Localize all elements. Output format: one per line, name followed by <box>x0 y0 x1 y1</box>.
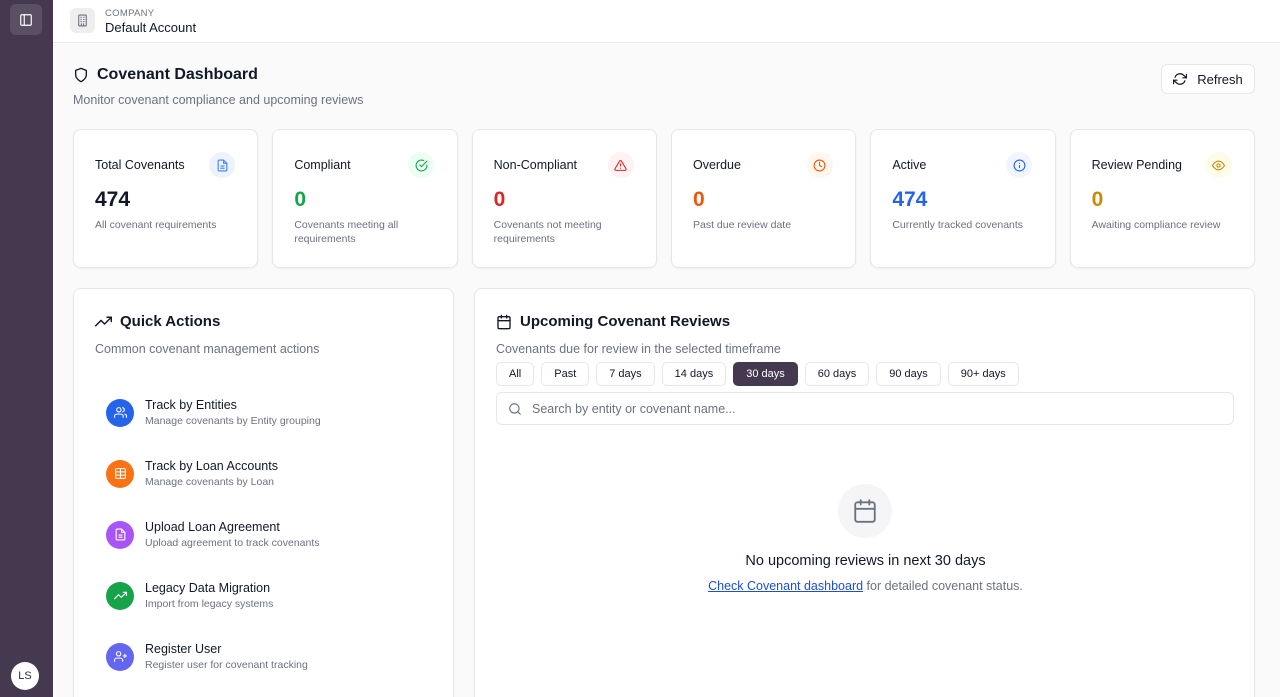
document-icon <box>209 152 235 178</box>
stat-card-active[interactable]: Active 474 Currently tracked covenants <box>870 129 1056 268</box>
building-icon <box>78 14 87 27</box>
search-box <box>496 392 1234 425</box>
user-avatar[interactable]: LS <box>11 662 39 690</box>
check-circle-icon <box>408 152 435 178</box>
quick-action-description: Upload agreement to track covenants <box>145 537 320 549</box>
stat-title: Review Pending <box>1091 158 1182 172</box>
filter-all[interactable]: All <box>496 362 535 386</box>
quick-actions-title: Quick Actions <box>120 313 221 330</box>
file-icon <box>106 520 134 549</box>
trending-up-icon <box>106 581 134 610</box>
stat-card-compliant[interactable]: Compliant 0 Covenants meeting all requir… <box>272 129 458 268</box>
page-title-group: Covenant Dashboard <box>73 66 258 84</box>
stat-description: Past due review date <box>692 219 792 231</box>
filter-7-days[interactable]: 7 days <box>596 362 655 386</box>
quick-action-register-user[interactable]: Register User Register user for covenant… <box>106 626 321 687</box>
stat-card-total-covenants[interactable]: Total Covenants 474 All covenant require… <box>73 129 259 268</box>
top-bar: COMPANY Default Account <box>53 0 1280 43</box>
stat-value: 0 <box>692 188 705 211</box>
sidebar-toggle-button[interactable] <box>10 4 42 35</box>
stat-description: Awaiting compliance review <box>1091 219 1221 231</box>
page-subtitle: Monitor covenant compliance and upcoming… <box>73 93 364 107</box>
filter-90-plus-days[interactable]: 90+ days <box>947 362 1019 386</box>
quick-action-label: Register User <box>145 642 222 656</box>
stat-description: Currently tracked covenants <box>892 219 1024 231</box>
page-title: Covenant Dashboard <box>97 66 258 83</box>
stat-card-non-compliant[interactable]: Non-Compliant 0 Covenants not meeting re… <box>471 129 657 268</box>
quick-action-description: Manage covenants by Entity grouping <box>145 415 321 427</box>
company-switcher[interactable] <box>70 8 95 33</box>
stat-value: 474 <box>95 188 131 211</box>
filter-60-days[interactable]: 60 days <box>804 362 870 386</box>
clock-icon <box>806 152 833 178</box>
trending-up-icon <box>95 316 112 327</box>
refresh-label: Refresh <box>1197 71 1243 87</box>
quick-actions-subtitle: Common covenant management actions <box>95 342 320 356</box>
refresh-button[interactable]: Refresh <box>1161 64 1255 94</box>
quick-action-track-by-loan-accounts[interactable]: Track by Loan Accounts Manage covenants … <box>106 443 321 504</box>
user-plus-icon <box>106 642 134 671</box>
stat-title: Total Covenants <box>95 158 185 172</box>
filter-30-days[interactable]: 30 days <box>733 362 798 386</box>
eye-icon <box>1205 152 1232 178</box>
covenant-dashboard-link[interactable]: Check Covenant dashboard <box>708 579 863 593</box>
upcoming-reviews-title: Upcoming Covenant Reviews <box>520 313 731 330</box>
main-content: Covenant Dashboard Monitor covenant comp… <box>53 44 1280 697</box>
filter-14-days[interactable]: 14 days <box>661 362 727 386</box>
company-name[interactable]: Default Account <box>105 20 196 35</box>
stat-cards: Total Covenants 474 All covenant require… <box>73 129 1255 268</box>
stat-title: Non-Compliant <box>493 158 578 172</box>
sidebar-panel-icon <box>20 13 32 26</box>
quick-action-description: Manage covenants by Loan <box>145 476 275 488</box>
quick-action-label: Upload Loan Agreement <box>145 520 280 534</box>
filter-past[interactable]: Past <box>541 362 590 386</box>
company-label: COMPANY <box>105 8 155 19</box>
empty-state-suffix: for detailed covenant status. <box>863 579 1023 593</box>
upcoming-reviews-header: Upcoming Covenant Reviews <box>496 313 730 330</box>
left-rail: LS <box>0 0 53 697</box>
calendar-icon <box>854 499 876 523</box>
quick-actions-panel: Quick Actions Common covenant management… <box>73 288 454 697</box>
shield-icon <box>75 67 87 83</box>
stat-card-review-pending[interactable]: Review Pending 0 Awaiting compliance rev… <box>1069 129 1255 268</box>
quick-action-description: Register user for covenant tracking <box>145 659 308 671</box>
users-icon <box>106 398 134 427</box>
quick-action-upload-loan-agreement[interactable]: Upload Loan Agreement Upload agreement t… <box>106 504 321 565</box>
stat-value: 0 <box>294 188 307 211</box>
search-icon <box>509 402 521 415</box>
stat-description: Covenants meeting all requirements <box>294 219 399 245</box>
quick-action-label: Track by Entities <box>145 398 237 412</box>
quick-action-description: Import from legacy systems <box>145 598 274 610</box>
stat-value: 0 <box>1091 188 1104 211</box>
stat-title: Active <box>892 158 927 172</box>
table-icon <box>106 459 134 488</box>
stat-value: 474 <box>892 188 928 211</box>
stat-description: All covenant requirements <box>95 219 217 231</box>
quick-action-label: Track by Loan Accounts <box>145 459 278 473</box>
stat-description: Covenants not meeting requirements <box>493 219 602 245</box>
quick-actions-header: Quick Actions <box>95 313 220 330</box>
filter-90-days[interactable]: 90 days <box>876 362 941 386</box>
quick-action-label: Legacy Data Migration <box>145 581 271 595</box>
alert-triangle-icon <box>607 152 634 178</box>
calendar-icon <box>497 314 511 329</box>
quick-action-track-by-entities[interactable]: Track by Entities Manage covenants by En… <box>106 382 321 443</box>
stat-value: 0 <box>493 188 506 211</box>
upcoming-reviews-panel: Upcoming Covenant Reviews Covenants due … <box>474 288 1255 697</box>
empty-state-title: No upcoming reviews in next 30 days <box>745 553 986 569</box>
search-input[interactable] <box>532 401 1212 416</box>
info-circle-icon <box>1006 152 1033 178</box>
stat-card-overdue[interactable]: Overdue 0 Past due review date <box>670 129 857 268</box>
refresh-icon <box>1173 73 1188 85</box>
stat-title: Overdue <box>692 158 741 172</box>
quick-action-legacy-data-migration[interactable]: Legacy Data Migration Import from legacy… <box>106 565 321 626</box>
upcoming-reviews-subtitle: Covenants due for review in the selected… <box>496 342 781 356</box>
stat-title: Compliant <box>294 158 351 172</box>
empty-state-icon-wrap <box>838 484 892 538</box>
empty-state-text: Check Covenant dashboard for detailed co… <box>475 579 1256 593</box>
timeframe-filters: All Past 7 days 14 days 30 days 60 days … <box>496 362 1019 386</box>
quick-actions-list: Track by Entities Manage covenants by En… <box>106 382 321 687</box>
